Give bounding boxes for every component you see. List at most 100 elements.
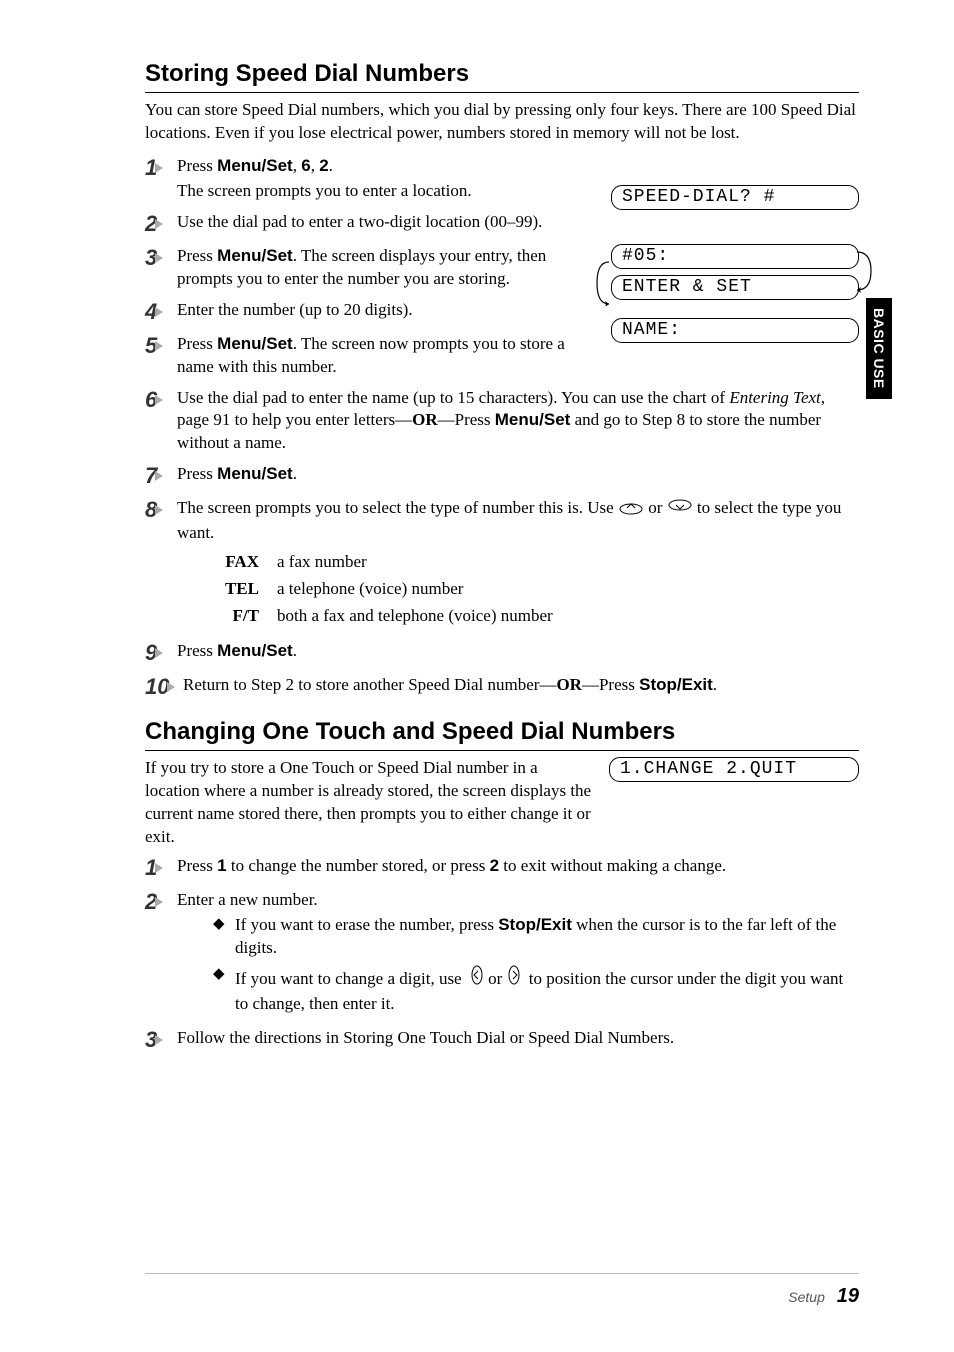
key-label: 1: [217, 856, 226, 875]
step-number: 2: [145, 211, 177, 237]
nav-down-icon: [667, 499, 693, 522]
diamond-bullet-icon: ◆: [213, 964, 235, 1016]
triangle-icon: [155, 395, 163, 405]
triangle-icon: [155, 471, 163, 481]
step-6: 6 Use the dial pad to enter the name (up…: [145, 387, 859, 456]
def-key: FAX: [217, 551, 277, 574]
list-item: TELa telephone (voice) number: [217, 578, 859, 601]
def-value: a fax number: [277, 551, 859, 574]
steps-area: 1 Press Menu/Set, 6, 2. The screen promp…: [145, 155, 859, 387]
step-number: 2: [145, 889, 177, 1020]
step-4: 4 Enter the number (up to 20 digits).: [145, 299, 599, 325]
section2-row: If you try to store a One Touch or Speed…: [145, 757, 859, 855]
key-label: Menu/Set: [217, 246, 293, 265]
nav-right-icon: [507, 964, 525, 993]
key-label: Menu/Set: [217, 641, 293, 660]
lcd-display: ENTER & SET: [611, 275, 859, 300]
list-item: FAXa fax number: [217, 551, 859, 574]
step-text: Press: [177, 246, 217, 265]
page-footer: Setup 19: [788, 1285, 859, 1308]
key-label: Menu/Set: [217, 156, 293, 175]
key-label: Menu/Set: [217, 334, 293, 353]
step-5: 5 Press Menu/Set. The screen now prompts…: [145, 333, 599, 379]
triangle-icon: [155, 307, 163, 317]
key-label: Stop/Exit: [639, 675, 713, 694]
lcd-column: SPEED-DIAL? # #05: ENTER & SET NAME:: [599, 155, 859, 363]
step-text: ,: [311, 156, 320, 175]
step-number: 3: [145, 1027, 177, 1053]
section-2: Changing One Touch and Speed Dial Number…: [145, 718, 859, 1053]
key-label: Menu/Set: [495, 410, 571, 429]
key-label: 2: [490, 856, 499, 875]
step-text: Press: [177, 641, 217, 660]
step-subtext: The screen prompts you to enter a locati…: [177, 180, 599, 203]
step-2: 2 Enter a new number. ◆ If you want to e…: [145, 889, 859, 1020]
footer-section: Setup: [788, 1289, 825, 1305]
step-text: to exit without making a change.: [499, 856, 726, 875]
step-text: —Press: [582, 675, 639, 694]
step-number: 5: [145, 333, 177, 379]
reference-text: Entering Text: [729, 388, 820, 407]
step-8: 8 The screen prompts you to select the t…: [145, 497, 859, 632]
step-number: 6: [145, 387, 177, 456]
step-number: 1: [145, 855, 177, 881]
bullet-text: or: [488, 969, 506, 988]
nav-up-icon: [618, 499, 644, 522]
lcd-display: 1.CHANGE 2.QUIT: [609, 757, 859, 782]
step-text: .: [713, 675, 717, 694]
footer-rule: [145, 1273, 859, 1274]
triangle-icon: [155, 341, 163, 351]
def-key: TEL: [217, 578, 277, 601]
triangle-icon: [155, 505, 163, 515]
key-label: 6: [301, 156, 310, 175]
triangle-icon: [155, 1035, 163, 1045]
section-intro: You can store Speed Dial numbers, which …: [145, 99, 859, 145]
def-value: a telephone (voice) number: [277, 578, 859, 601]
section-title-storing: Storing Speed Dial Numbers: [145, 60, 859, 93]
step-text: .: [293, 641, 297, 660]
step-text: to change the number stored, or press: [227, 856, 490, 875]
list-item: ◆ If you want to erase the number, press…: [213, 914, 859, 960]
triangle-icon: [167, 682, 175, 692]
lcd-display: #05:: [611, 244, 859, 269]
step-text: Press: [177, 334, 217, 353]
triangle-icon: [155, 253, 163, 263]
step-number: 7: [145, 463, 177, 489]
step-text: .: [293, 464, 297, 483]
step-number: 9: [145, 640, 177, 666]
diamond-bullet-icon: ◆: [213, 914, 235, 960]
step-text: The screen prompts you to select the typ…: [177, 498, 618, 517]
step-text: Follow the directions in Storing One Tou…: [177, 1027, 859, 1053]
step-number: 4: [145, 299, 177, 325]
step-number: 10: [145, 674, 183, 700]
def-value: both a fax and telephone (voice) number: [277, 605, 859, 628]
emphasis: OR: [556, 675, 582, 694]
triangle-icon: [155, 163, 163, 173]
bullet-list: ◆ If you want to erase the number, press…: [213, 914, 859, 1016]
step-10: 10 Return to Step 2 to store another Spe…: [145, 674, 859, 700]
step-9: 9 Press Menu/Set.: [145, 640, 859, 666]
list-item: F/Tboth a fax and telephone (voice) numb…: [217, 605, 859, 628]
step-text: Use the dial pad to enter the name (up t…: [177, 388, 729, 407]
step-1: 1 Press 1 to change the number stored, o…: [145, 855, 859, 881]
step-2: 2 Use the dial pad to enter a two-digit …: [145, 211, 599, 237]
key-label: 2: [319, 156, 328, 175]
section-intro: If you try to store a One Touch or Speed…: [145, 757, 609, 849]
step-text: Return to Step 2 to store another Speed …: [183, 675, 556, 694]
step-text: Enter the number (up to 20 digits).: [177, 299, 599, 325]
step-text: .: [329, 156, 333, 175]
lcd-group: #05: ENTER & SET: [611, 244, 859, 300]
step-3: 3 Follow the directions in Storing One T…: [145, 1027, 859, 1053]
step-number: 3: [145, 245, 177, 291]
triangle-icon: [155, 648, 163, 658]
section-tab: BASIC USE: [866, 298, 892, 399]
step-number: 8: [145, 497, 177, 632]
bullet-text: If you want to erase the number, press: [235, 915, 498, 934]
step-3: 3 Press Menu/Set. The screen displays yo…: [145, 245, 599, 291]
step-text: Press: [177, 464, 217, 483]
steps-column: 1 Press Menu/Set, 6, 2. The screen promp…: [145, 155, 599, 387]
step-text: Use the dial pad to enter a two-digit lo…: [177, 211, 599, 237]
lcd-column: 1.CHANGE 2.QUIT: [609, 757, 859, 802]
triangle-icon: [155, 863, 163, 873]
key-label: Menu/Set: [217, 464, 293, 483]
